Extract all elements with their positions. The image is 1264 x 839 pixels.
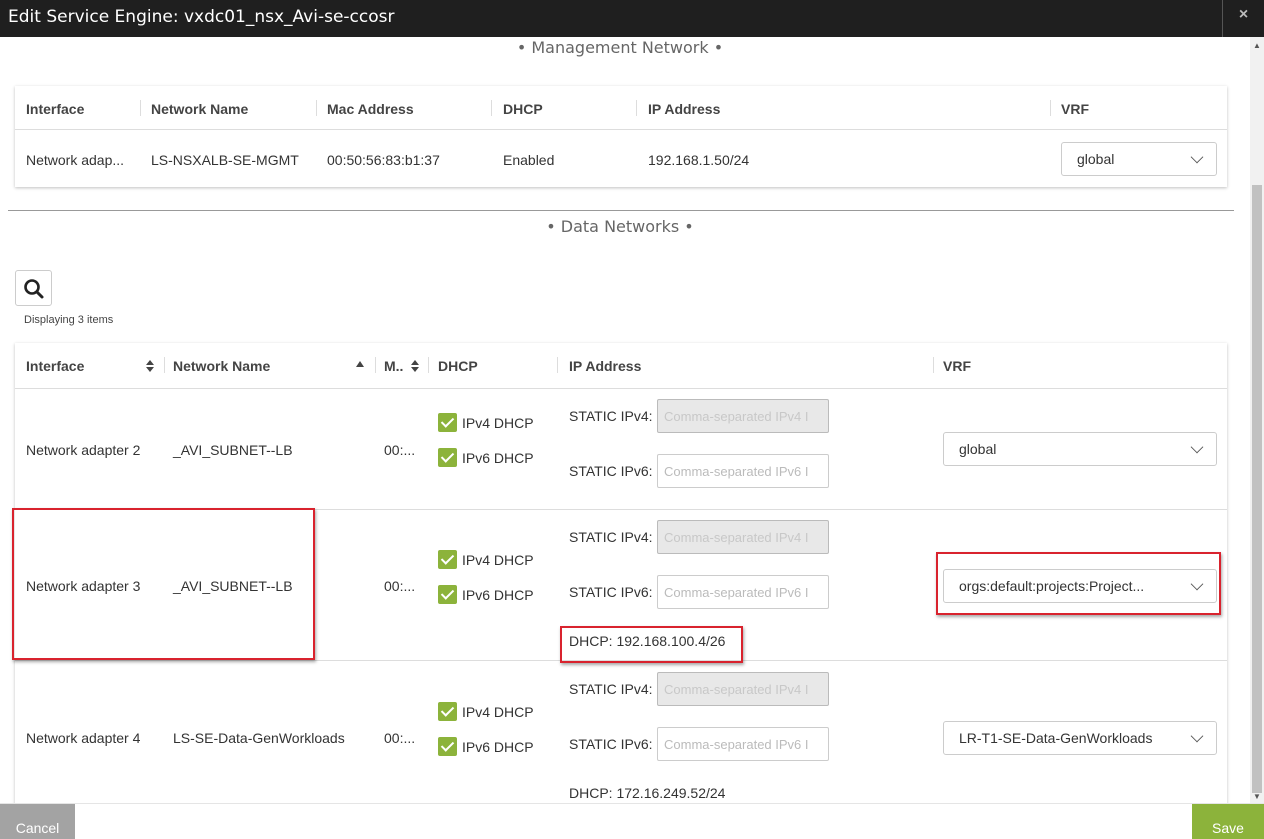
header-network-name[interactable]: Network Name bbox=[173, 358, 270, 374]
static-ipv6-input[interactable]: Comma-separated IPv6 I bbox=[657, 575, 829, 609]
row-interface: Network adapter 4 bbox=[26, 730, 141, 746]
chevron-down-icon bbox=[1190, 729, 1204, 743]
scrollbar[interactable]: ▲ ▼ bbox=[1250, 37, 1264, 803]
highlight-interface-network bbox=[12, 508, 315, 660]
static-ipv4-label: STATIC IPv4: bbox=[569, 681, 653, 697]
static-ipv4-input: Comma-separated IPv4 I bbox=[657, 672, 829, 706]
mgmt-header-dhcp: DHCP bbox=[503, 101, 543, 117]
mgmt-header-vrf: VRF bbox=[1061, 101, 1089, 117]
ipv4-dhcp-label: IPv4 DHCP bbox=[462, 415, 534, 431]
row-mac: 00:... bbox=[384, 578, 416, 594]
ipv6-dhcp-label: IPv6 DHCP bbox=[462, 450, 534, 466]
header-vrf: VRF bbox=[943, 358, 971, 374]
mgmt-dhcp: Enabled bbox=[503, 152, 555, 168]
scroll-down-icon[interactable]: ▼ bbox=[1253, 792, 1261, 801]
search-button[interactable] bbox=[15, 270, 52, 306]
sort-icon[interactable] bbox=[146, 360, 154, 372]
scrollbar-thumb[interactable] bbox=[1252, 185, 1262, 793]
management-network-title: • Management Network • bbox=[516, 38, 724, 57]
ipv6-dhcp-label: IPv6 DHCP bbox=[462, 587, 534, 603]
ipv6-dhcp-checkbox[interactable] bbox=[438, 585, 457, 604]
header-ip-address: IP Address bbox=[569, 358, 642, 374]
dialog-footer: Cancel Save bbox=[0, 803, 1264, 839]
row-mac: 00:... bbox=[384, 730, 416, 746]
ipv4-dhcp-checkbox[interactable] bbox=[438, 550, 457, 569]
vrf-value: LR-T1-SE-Data-GenWorkloads bbox=[959, 730, 1153, 746]
sort-ascending-icon[interactable] bbox=[356, 361, 364, 367]
static-ipv6-input[interactable]: Comma-separated IPv6 I bbox=[657, 454, 829, 488]
data-networks-title: • Data Networks • bbox=[546, 217, 694, 236]
dialog-body[interactable]: • Management Network • Interface Network… bbox=[0, 37, 1264, 803]
ipv6-dhcp-checkbox[interactable] bbox=[438, 448, 457, 467]
close-icon[interactable]: × bbox=[1222, 0, 1264, 37]
static-ipv4-label: STATIC IPv4: bbox=[569, 529, 653, 545]
mgmt-mac-address: 00:50:56:83:b1:37 bbox=[327, 152, 440, 168]
mgmt-interface: Network adap... bbox=[26, 152, 125, 168]
save-button[interactable]: Save bbox=[1192, 804, 1264, 839]
mgmt-header-interface: Interface bbox=[26, 101, 85, 117]
chevron-down-icon bbox=[1190, 150, 1204, 164]
dialog-titlebar: Edit Service Engine: vxdc01_nsx_Avi-se-c… bbox=[0, 0, 1264, 37]
dhcp-assigned-ip: DHCP: 172.16.249.52/24 bbox=[569, 785, 726, 801]
static-ipv6-input[interactable]: Comma-separated IPv6 I bbox=[657, 727, 829, 761]
vrf-value: global bbox=[959, 441, 997, 457]
mgmt-header-ip-address: IP Address bbox=[648, 101, 721, 117]
displaying-count: Displaying 3 items bbox=[24, 314, 114, 326]
header-mac[interactable]: M.. bbox=[384, 358, 403, 374]
ipv6-dhcp-label: IPv6 DHCP bbox=[462, 739, 534, 755]
vrf-select[interactable]: LR-T1-SE-Data-GenWorkloads bbox=[943, 721, 1217, 755]
management-network-table: Interface Network Name Mac Address DHCP … bbox=[15, 86, 1227, 187]
row-network-name: _AVI_SUBNET--LB bbox=[173, 442, 293, 458]
ipv4-dhcp-label: IPv4 DHCP bbox=[462, 704, 534, 720]
row-interface: Network adapter 2 bbox=[26, 442, 141, 458]
cancel-button[interactable]: Cancel bbox=[0, 804, 75, 839]
scroll-up-icon[interactable]: ▲ bbox=[1253, 41, 1261, 50]
highlight-vrf bbox=[936, 552, 1221, 615]
mgmt-network-name: LS-NSXALB-SE-MGMT bbox=[151, 152, 299, 168]
row-network-name: LS-SE-Data-GenWorkloads bbox=[173, 730, 345, 746]
highlight-dhcp-ip bbox=[560, 626, 743, 663]
sort-icon[interactable] bbox=[411, 360, 419, 372]
chevron-down-icon bbox=[1190, 440, 1204, 454]
row-mac: 00:... bbox=[384, 442, 416, 458]
search-icon bbox=[24, 279, 44, 299]
header-dhcp: DHCP bbox=[438, 358, 478, 374]
dialog-title: Edit Service Engine: vxdc01_nsx_Avi-se-c… bbox=[8, 7, 395, 27]
vrf-select[interactable]: global bbox=[943, 432, 1217, 466]
static-ipv4-input: Comma-separated IPv4 I bbox=[657, 520, 829, 554]
ipv6-dhcp-checkbox[interactable] bbox=[438, 737, 457, 756]
mgmt-header-network-name: Network Name bbox=[151, 101, 249, 117]
mgmt-ip-address: 192.168.1.50/24 bbox=[648, 152, 750, 168]
ipv4-dhcp-checkbox[interactable] bbox=[438, 413, 457, 432]
mgmt-header-mac-address: Mac Address bbox=[327, 101, 414, 117]
ipv4-dhcp-label: IPv4 DHCP bbox=[462, 552, 534, 568]
static-ipv4-label: STATIC IPv4: bbox=[569, 408, 653, 424]
mgmt-vrf-select[interactable]: global bbox=[1061, 142, 1217, 176]
ipv4-dhcp-checkbox[interactable] bbox=[438, 702, 457, 721]
static-ipv6-label: STATIC IPv6: bbox=[569, 736, 653, 752]
static-ipv6-label: STATIC IPv6: bbox=[569, 584, 653, 600]
mgmt-vrf-value: global bbox=[1077, 151, 1115, 167]
static-ipv4-input: Comma-separated IPv4 I bbox=[657, 399, 829, 433]
static-ipv6-label: STATIC IPv6: bbox=[569, 463, 653, 479]
header-interface[interactable]: Interface bbox=[26, 358, 84, 374]
